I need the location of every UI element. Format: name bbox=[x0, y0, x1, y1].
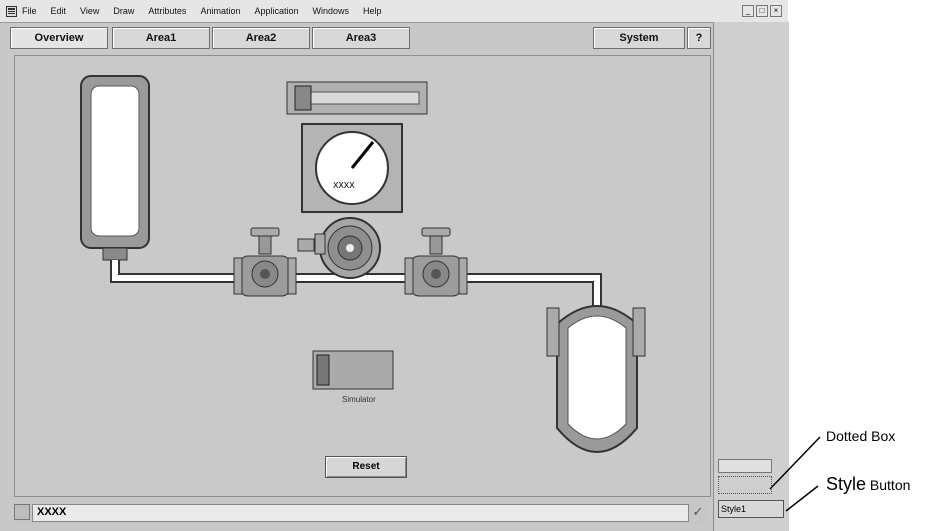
window-controls: _ □ × bbox=[742, 5, 782, 17]
right-panel: Style1 bbox=[713, 22, 789, 531]
menu-draw[interactable]: Draw bbox=[113, 6, 134, 16]
close-icon[interactable]: × bbox=[770, 5, 782, 17]
status-toggle-icon[interactable] bbox=[14, 504, 30, 520]
style-word: Style bbox=[826, 474, 867, 494]
menu-windows[interactable]: Windows bbox=[313, 6, 350, 16]
status-bar: XXXX ✓ bbox=[14, 502, 709, 524]
menu-bar: File Edit View Draw Attributes Animation… bbox=[0, 0, 788, 23]
tab-area2[interactable]: Area2 bbox=[212, 27, 310, 49]
menu-attributes[interactable]: Attributes bbox=[148, 6, 186, 16]
style-button-annotation: Style Button bbox=[826, 474, 910, 495]
menu-file[interactable]: File bbox=[22, 6, 37, 16]
left-tank bbox=[80, 75, 150, 261]
tab-overview[interactable]: Overview bbox=[10, 27, 108, 49]
style-button-label: Style1 bbox=[721, 504, 747, 514]
menu-help[interactable]: Help bbox=[363, 6, 382, 16]
menu-edit[interactable]: Edit bbox=[51, 6, 67, 16]
tab-area1[interactable]: Area1 bbox=[112, 27, 210, 49]
reset-button[interactable]: Reset bbox=[325, 456, 407, 478]
panel-slot bbox=[718, 459, 772, 473]
dotted-box[interactable] bbox=[718, 476, 772, 494]
simulator-panel[interactable] bbox=[312, 350, 394, 390]
level-slider[interactable] bbox=[286, 81, 428, 115]
menu-application[interactable]: Application bbox=[254, 6, 298, 16]
simulator-label: Simulator bbox=[342, 395, 376, 404]
style-button[interactable]: Style1 bbox=[718, 500, 784, 518]
gauge-readout: XXXX bbox=[333, 181, 355, 191]
check-icon[interactable]: ✓ bbox=[690, 504, 706, 520]
process-canvas: XXXX Simulator Reset bbox=[14, 55, 711, 497]
dotted-box-annotation: Dotted Box bbox=[826, 428, 896, 444]
maximize-icon[interactable]: □ bbox=[756, 5, 768, 17]
system-menu-icon[interactable] bbox=[4, 5, 18, 17]
right-valve bbox=[404, 227, 468, 297]
pump bbox=[297, 217, 381, 279]
application-window: File Edit View Draw Attributes Animation… bbox=[0, 0, 789, 531]
tab-bar: Overview Area1 Area2 Area3 System ? bbox=[10, 27, 711, 49]
menu-view[interactable]: View bbox=[80, 6, 99, 16]
pressure-gauge bbox=[301, 123, 403, 213]
button-word: Button bbox=[866, 477, 911, 493]
right-tank bbox=[546, 305, 646, 453]
menu-animation[interactable]: Animation bbox=[200, 6, 240, 16]
tab-system[interactable]: System bbox=[593, 27, 685, 49]
left-valve bbox=[233, 227, 297, 297]
command-text: XXXX bbox=[37, 506, 67, 518]
command-field[interactable]: XXXX bbox=[32, 504, 689, 522]
tab-area3[interactable]: Area3 bbox=[312, 27, 410, 49]
help-button[interactable]: ? bbox=[687, 27, 711, 49]
process-diagram bbox=[80, 75, 646, 453]
minimize-icon[interactable]: _ bbox=[742, 5, 754, 17]
